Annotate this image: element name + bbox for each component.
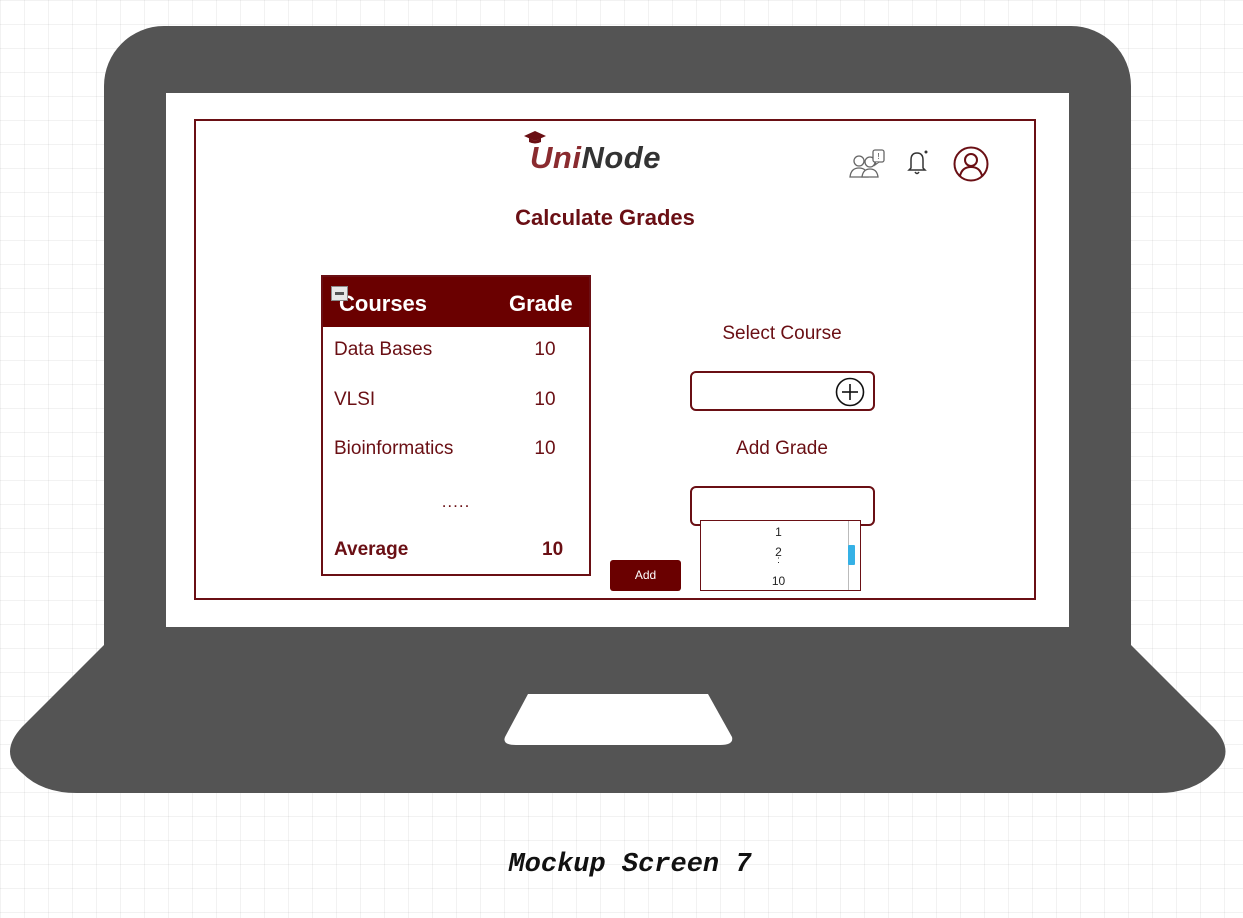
select-course-label: Select Course — [722, 323, 842, 344]
add-circle-icon[interactable] — [835, 377, 865, 407]
bell-icon[interactable] — [905, 148, 931, 176]
select-course-field[interactable] — [690, 371, 875, 411]
laptop-base — [8, 645, 1227, 795]
user-profile-icon[interactable] — [952, 145, 990, 183]
course-grade-bioinformatics: 10 — [534, 438, 556, 459]
table-header: Courses Grade — [323, 277, 589, 327]
add-grade-label: Add Grade — [736, 438, 828, 459]
course-name-data-bases: Data Bases — [334, 339, 433, 360]
grade-dropdown-list[interactable]: 1 2 : 10 — [700, 520, 861, 591]
header-grade: Grade — [509, 291, 573, 316]
logo: UniNode — [520, 130, 695, 180]
course-grade-vlsi: 10 — [534, 389, 556, 410]
header-courses: Courses — [339, 291, 428, 316]
trackpad — [504, 694, 733, 745]
scrollbar-thumb[interactable] — [848, 545, 855, 565]
course-name-bioinformatics: Bioinformatics — [334, 438, 454, 459]
average-value: 10 — [542, 539, 564, 560]
mockup-caption: Mockup Screen 7 — [508, 850, 752, 880]
grade-option[interactable]: 10 — [701, 574, 856, 588]
more-rows-ellipsis: ..... — [441, 492, 471, 511]
average-label: Average — [334, 539, 409, 560]
grade-option-gap: : — [777, 555, 780, 566]
collapse-icon[interactable] — [331, 286, 348, 301]
page-title: Calculate Grades — [515, 205, 695, 230]
grade-option[interactable]: 1 — [701, 525, 856, 539]
group-chat-icon[interactable]: ! — [848, 148, 888, 180]
logo-node: Node — [581, 140, 661, 175]
course-name-vlsi: VLSI — [334, 389, 376, 410]
add-button[interactable]: Add — [610, 560, 681, 591]
svg-text:!: ! — [877, 152, 879, 161]
logo-text: UniNode — [530, 140, 661, 176]
logo-uni: Uni — [530, 140, 582, 175]
courses-table: Courses Grade Data Bases 10 VLSI 10 Bioi… — [321, 275, 591, 576]
course-grade-data-bases: 10 — [534, 339, 556, 360]
dropdown-scrollbar[interactable] — [848, 521, 855, 590]
